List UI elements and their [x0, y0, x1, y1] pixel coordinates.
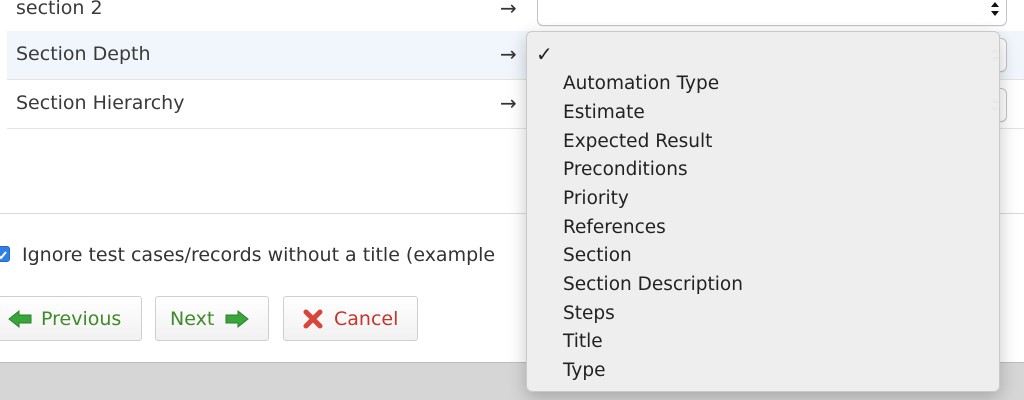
field-dropdown-menu[interactable]: ✓ Automation Type Estimate Expected Resu…	[526, 31, 1000, 392]
import-mapping-page: section 2 → Section Depth → Section Hier…	[0, 0, 1024, 400]
dropdown-option[interactable]: Priority	[563, 188, 629, 209]
arrow-left-icon	[8, 309, 32, 328]
select-caret-icon	[991, 2, 999, 16]
ignore-untitled-checkbox[interactable]	[0, 246, 10, 262]
dropdown-option[interactable]: Automation Type	[563, 73, 719, 94]
arrow-icon: →	[500, 42, 517, 66]
mapping-row-label: Section Depth	[16, 43, 151, 65]
mapping-row-label: section 2	[16, 0, 103, 19]
next-button-label: Next	[170, 307, 215, 330]
previous-button[interactable]: Previous	[0, 296, 142, 341]
next-button[interactable]: Next	[155, 296, 269, 341]
mapping-row-label: Section Hierarchy	[16, 92, 185, 114]
dropdown-option[interactable]: References	[563, 217, 666, 238]
dropdown-option[interactable]: Title	[563, 331, 603, 352]
arrow-icon: →	[500, 91, 517, 115]
previous-button-label: Previous	[41, 307, 122, 330]
cancel-button[interactable]: Cancel	[283, 296, 418, 341]
dropdown-option[interactable]: Section	[563, 245, 632, 266]
arrow-right-icon	[225, 309, 250, 328]
dropdown-option[interactable]: Estimate	[563, 102, 645, 123]
cancel-button-label: Cancel	[334, 307, 399, 330]
selected-checkmark-icon: ✓	[536, 42, 553, 66]
field-select-section-2[interactable]	[537, 0, 1007, 26]
checkmark-icon	[0, 251, 7, 260]
dropdown-option[interactable]: Type	[563, 360, 606, 381]
dropdown-option[interactable]: Section Description	[563, 274, 743, 295]
arrow-icon: →	[500, 0, 517, 20]
dropdown-option[interactable]: Preconditions	[563, 159, 688, 180]
close-icon	[303, 309, 323, 328]
dropdown-option[interactable]: Expected Result	[563, 131, 712, 152]
dropdown-option[interactable]: Steps	[563, 303, 615, 324]
ignore-untitled-label: Ignore test cases/records without a titl…	[22, 244, 496, 266]
